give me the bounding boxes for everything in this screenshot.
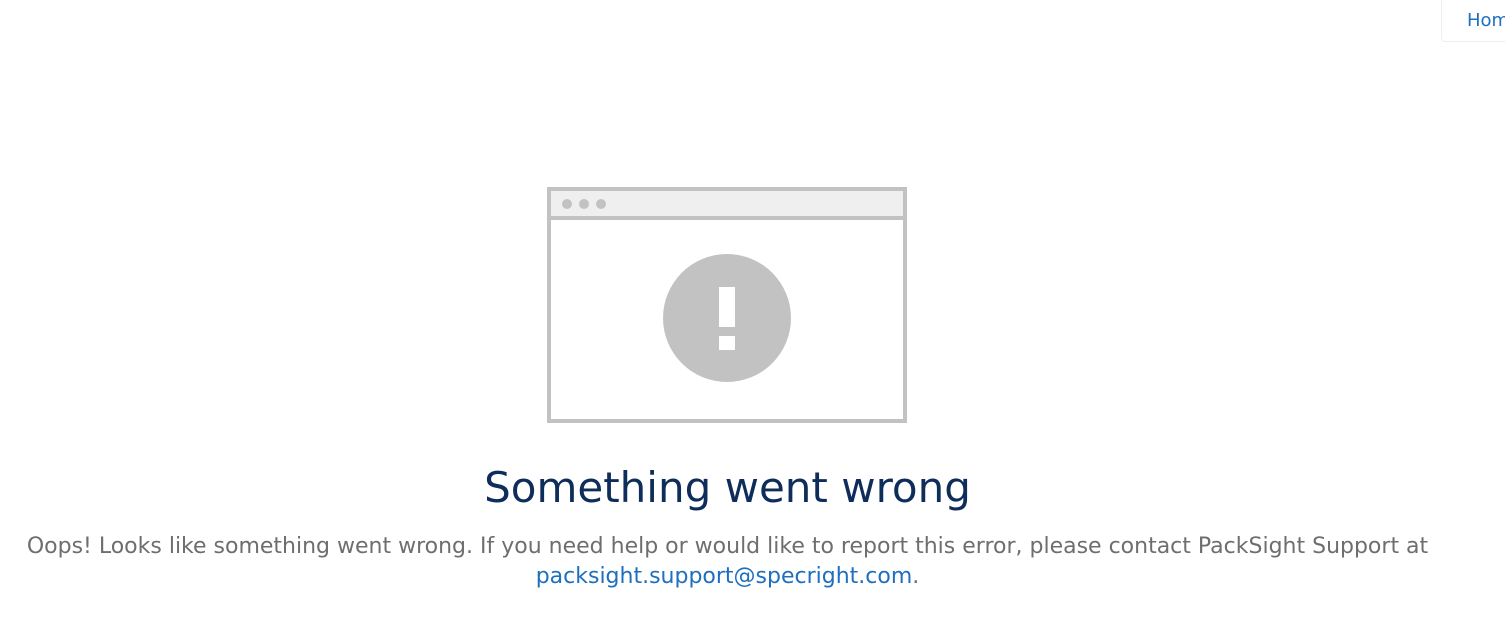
window-dot-icon — [579, 199, 589, 209]
support-email-link[interactable]: packsight.support@specright.com — [536, 564, 913, 589]
message-trailing-punct: . — [912, 564, 920, 589]
home-tab: Home — [1441, 0, 1505, 42]
home-link[interactable]: Home — [1467, 10, 1505, 31]
window-dot-icon — [562, 199, 572, 209]
window-dot-icon — [596, 199, 606, 209]
error-message: Oops! Looks like something went wrong. I… — [0, 532, 1455, 592]
error-message-text: Oops! Looks like something went wrong. I… — [26, 534, 1429, 559]
error-page: Home Something went wrong Oops! Looks li… — [0, 0, 1505, 617]
browser-window-error-icon — [547, 187, 907, 423]
error-title: Something went wrong — [484, 463, 971, 512]
